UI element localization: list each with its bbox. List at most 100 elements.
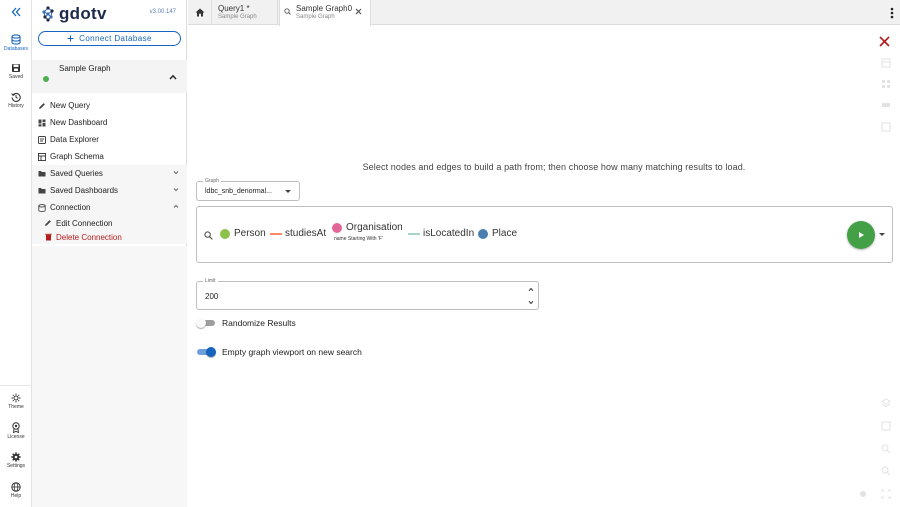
collapse-sidebar-button[interactable] — [0, 7, 32, 17]
empty-viewport-row: Empty graph viewport on new search — [196, 347, 362, 357]
rail-settings[interactable]: Settings — [0, 452, 32, 469]
graph-select[interactable]: Graph ldbc_snb_denormal... — [196, 178, 300, 201]
folder-icon — [38, 187, 46, 195]
menu-delete-connection-label: Delete Connection — [56, 232, 122, 242]
chevron-down-icon — [173, 188, 179, 192]
rail-databases[interactable]: Databases — [0, 34, 32, 52]
explorer-instruction: Select nodes and edges to build a path f… — [362, 162, 746, 172]
rail-settings-label: Settings — [6, 463, 26, 469]
node-color-dot — [478, 228, 488, 239]
randomize-results-toggle[interactable] — [196, 318, 216, 328]
connection-submenu: Edit Connection Delete Connection — [32, 216, 187, 244]
toggle-knob — [196, 318, 206, 328]
more-vertical-icon[interactable] — [890, 7, 894, 19]
menu-new-query-label: New Query — [50, 101, 91, 110]
menu-saved-dashboards[interactable]: Saved Dashboards — [32, 182, 187, 199]
schema-icon — [38, 152, 46, 161]
connection-menu: New Query New Dashboard Data Explorer Gr… — [32, 97, 187, 244]
path-edge-islocatedin[interactable]: isLocatedIn — [408, 228, 474, 239]
sidebar: gdotv v3.00.147 Connect Database Sample … — [32, 0, 187, 507]
app-logo: gdotv — [40, 4, 107, 24]
run-options-caret-icon[interactable] — [879, 233, 885, 236]
license-icon — [12, 422, 20, 433]
layout-icon — [881, 58, 891, 68]
tab-title: Query1 * — [218, 4, 250, 13]
connection-card[interactable]: Sample Graph — [32, 60, 187, 93]
rail-saved-label: Saved — [8, 74, 24, 80]
connection-name: Sample Graph — [59, 64, 111, 73]
empty-viewport-toggle[interactable] — [196, 347, 216, 357]
menu-graph-schema-label: Graph Schema — [50, 152, 104, 161]
trash-icon — [44, 233, 52, 241]
toggle-knob — [206, 347, 216, 357]
path-builder[interactable]: Person studiesAt Organisation name Start… — [196, 206, 893, 263]
rail-theme[interactable]: Theme — [0, 393, 32, 410]
layers-icon — [881, 398, 891, 408]
app-version: v3.00.147 — [149, 9, 176, 15]
sidebar-empty-area — [32, 246, 187, 507]
pencil-icon — [38, 102, 46, 110]
rail-license-label: License — [7, 434, 25, 440]
save-icon — [12, 64, 20, 72]
chevron-up-icon[interactable] — [169, 74, 177, 80]
rail-license[interactable]: License — [0, 422, 32, 440]
label-icon — [882, 103, 890, 107]
limit-field[interactable]: Limit 200 — [196, 278, 539, 310]
logo-text: gdotv — [59, 4, 107, 23]
menu-saved-queries[interactable]: Saved Queries — [32, 165, 187, 182]
menu-new-query[interactable]: New Query — [32, 97, 187, 114]
connection-status-dot — [43, 76, 49, 82]
menu-edit-connection[interactable]: Edit Connection — [32, 216, 187, 230]
database-icon — [11, 34, 21, 45]
zoom-in-icon — [881, 444, 891, 454]
rail-history-label: History — [8, 103, 24, 109]
tab-query1[interactable]: Query1 * Sample Graph — [212, 0, 278, 25]
menu-data-explorer-label: Data Explorer — [50, 135, 99, 144]
randomize-results-row: Randomize Results — [196, 318, 296, 328]
path-node-place[interactable]: Place — [478, 228, 517, 239]
menu-connection[interactable]: Connection — [32, 199, 187, 216]
path-edge-studiesat[interactable]: studiesAt — [270, 228, 326, 239]
menu-graph-schema[interactable]: Graph Schema — [32, 148, 187, 165]
path-edge-label: studiesAt — [285, 228, 327, 239]
grid-icon — [882, 80, 890, 88]
path-node-person[interactable]: Person — [220, 228, 266, 239]
history-icon — [11, 92, 21, 102]
menu-saved-queries-label: Saved Queries — [50, 169, 103, 178]
home-icon — [195, 8, 204, 17]
edge-line-icon — [270, 232, 282, 235]
fullscreen-icon — [881, 489, 891, 499]
rail-saved[interactable]: Saved — [0, 63, 32, 80]
path-node-organisation[interactable]: Organisation name Starting With 'F' — [332, 222, 403, 242]
connect-database-button[interactable]: Connect Database — [38, 31, 181, 46]
pencil-icon — [44, 219, 52, 227]
home-tab[interactable] — [188, 0, 212, 25]
zoom-out-icon — [881, 466, 891, 476]
empty-viewport-label: Empty graph viewport on new search — [222, 347, 362, 357]
settings-icon — [860, 491, 866, 497]
close-icon[interactable] — [355, 8, 362, 15]
limit-value: 200 — [205, 292, 219, 301]
path-node-label: Person — [234, 228, 266, 239]
data-explorer-panel: Select nodes and edges to build a path f… — [188, 26, 900, 507]
rail-history[interactable]: History — [0, 92, 32, 109]
menu-data-explorer[interactable]: Data Explorer — [32, 131, 187, 148]
dropdown-caret-icon — [285, 190, 291, 193]
fit-icon — [881, 421, 891, 431]
decrement-button[interactable] — [526, 297, 536, 307]
increment-button[interactable] — [526, 284, 536, 294]
dashboard-icon — [38, 119, 46, 127]
chevron-down-icon — [173, 171, 179, 175]
rail-theme-label: Theme — [8, 404, 24, 410]
run-search-button[interactable] — [847, 221, 875, 249]
close-icon[interactable] — [879, 36, 890, 47]
menu-delete-connection[interactable]: Delete Connection — [32, 230, 187, 244]
rail-help[interactable]: Help — [0, 482, 32, 499]
edge-line-icon — [408, 232, 420, 235]
tab-sample-graph0[interactable]: Sample Graph0 Sample Graph — [279, 0, 371, 26]
gear-icon — [11, 452, 21, 462]
database-icon — [38, 203, 46, 212]
menu-connection-label: Connection — [50, 203, 91, 212]
path-node-label: Place — [492, 228, 518, 239]
menu-new-dashboard[interactable]: New Dashboard — [32, 114, 187, 131]
